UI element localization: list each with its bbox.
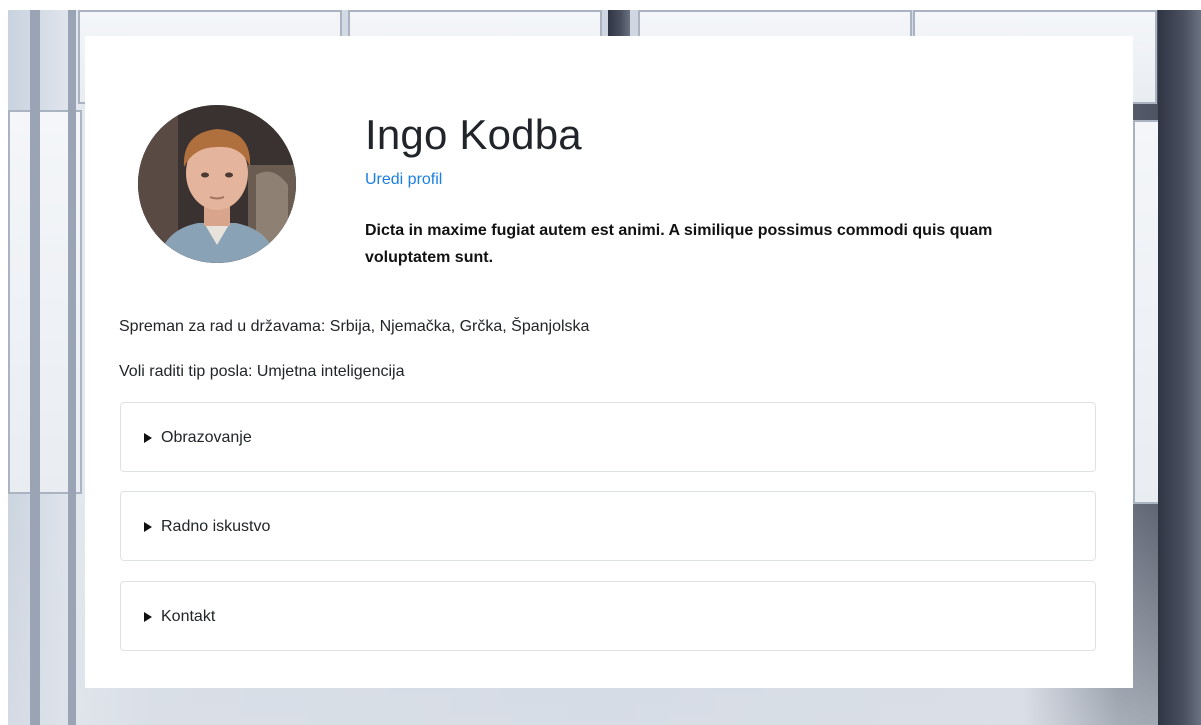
edit-profile-link[interactable]: Uredi profil (365, 171, 442, 189)
profile-name: Ingo Kodba (365, 111, 582, 158)
experience-section[interactable]: Radno iskustvo (120, 491, 1096, 561)
profile-card: Ingo Kodba Uredi profil Dicta in maxime … (85, 36, 1133, 688)
experience-summary[interactable]: Radno iskustvo (144, 518, 270, 536)
education-section[interactable]: Obrazovanje (120, 402, 1096, 472)
expand-arrow-icon (144, 433, 152, 443)
experience-label: Radno iskustvo (161, 518, 271, 535)
expand-arrow-icon (144, 612, 152, 622)
education-summary[interactable]: Obrazovanje (144, 429, 252, 447)
expand-arrow-icon (144, 522, 152, 532)
countries-info: Spreman za rad u državama: Srbija, Njema… (119, 318, 590, 335)
background-beam (30, 10, 40, 725)
profile-bio: Dicta in maxime fugiat autem est animi. … (365, 222, 993, 266)
background-column (1158, 10, 1201, 725)
contact-summary[interactable]: Kontakt (144, 608, 215, 626)
contact-label: Kontakt (161, 608, 216, 625)
avatar (138, 105, 296, 263)
job-type-info: Voli raditi tip posla: Umjetna inteligen… (119, 363, 405, 380)
contact-section[interactable]: Kontakt (120, 581, 1096, 651)
education-label: Obrazovanje (161, 429, 252, 446)
background-beam (68, 10, 76, 725)
profile-header: Ingo Kodba Uredi profil Dicta in maxime … (138, 105, 1038, 275)
